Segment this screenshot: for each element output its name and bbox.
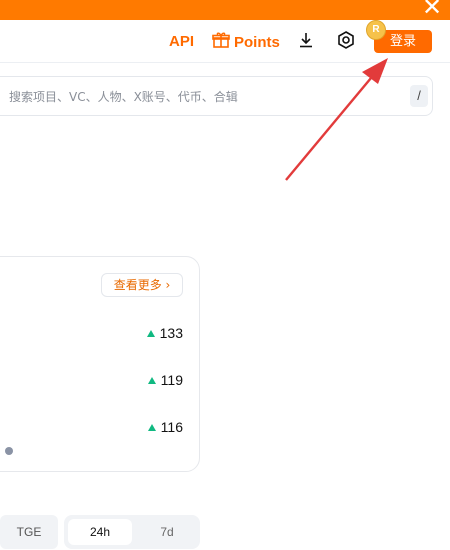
annotation-arrow — [285, 58, 388, 181]
